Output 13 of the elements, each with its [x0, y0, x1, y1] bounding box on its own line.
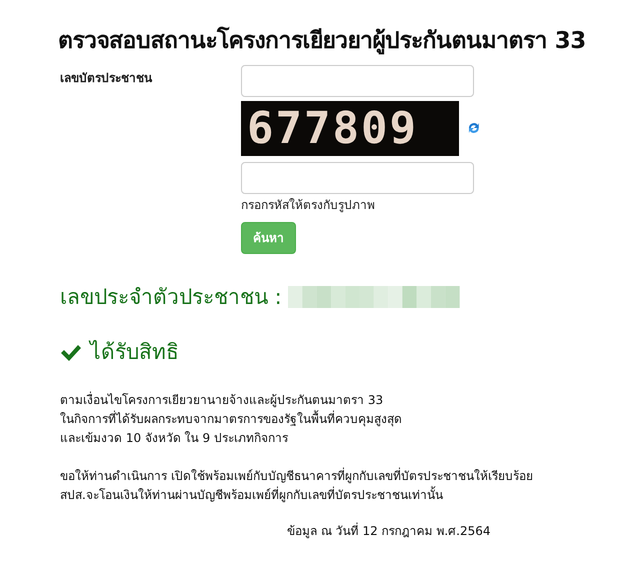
captcha-image: 677809	[241, 100, 460, 156]
status-text: ได้รับสิทธิ	[90, 339, 179, 366]
captcha-field[interactable]	[241, 162, 474, 194]
hint-text: กรอกรหัสให้ตรงกับรูปภาพ	[241, 196, 376, 214]
paragraph: ขอให้ท่านดำเนินการ เปิดใช้พร้อมเพย์กับบัญชีธนาคารที่ผูกกับเลขที่บัตรประชาชนให้เรียบร้อย สปส.จะโอนเงินให้ท่านผ่านบัญชีพร้อมเพย์ที่ผูกกับเลขที่บัตรประชาชนเท่านั้น	[60, 466, 534, 504]
date-note: ข้อมูล ณ วันที่ 12 กรกฎาคม พ.ศ.2564	[286, 522, 492, 540]
paragraph: ตามเงื่อนไขโครงการเยียวยานายจ้างและผู้ประกันตนมาตรา 33 ในกิจการที่ได้รับผลกระทบจากมาตรการของรัฐในพื้นที่ควบคุมสูงสุด และเข้มงวด 10 จังหวัด ใน 9 ประเภทกิจการ	[60, 390, 403, 446]
id-heading: เลขประจำตัวประชาชน :	[60, 284, 282, 310]
field-label: เลขบัตรประชาชน	[60, 70, 154, 86]
search-button[interactable]: ค้นหา	[241, 222, 296, 254]
page-title: ตรวจสอบสถานะโครงการเยียวยาผู้ประกันตนมาตรา 33	[57, 26, 587, 56]
id-card-field[interactable]	[241, 64, 474, 96]
refresh-icon[interactable]	[467, 121, 481, 135]
